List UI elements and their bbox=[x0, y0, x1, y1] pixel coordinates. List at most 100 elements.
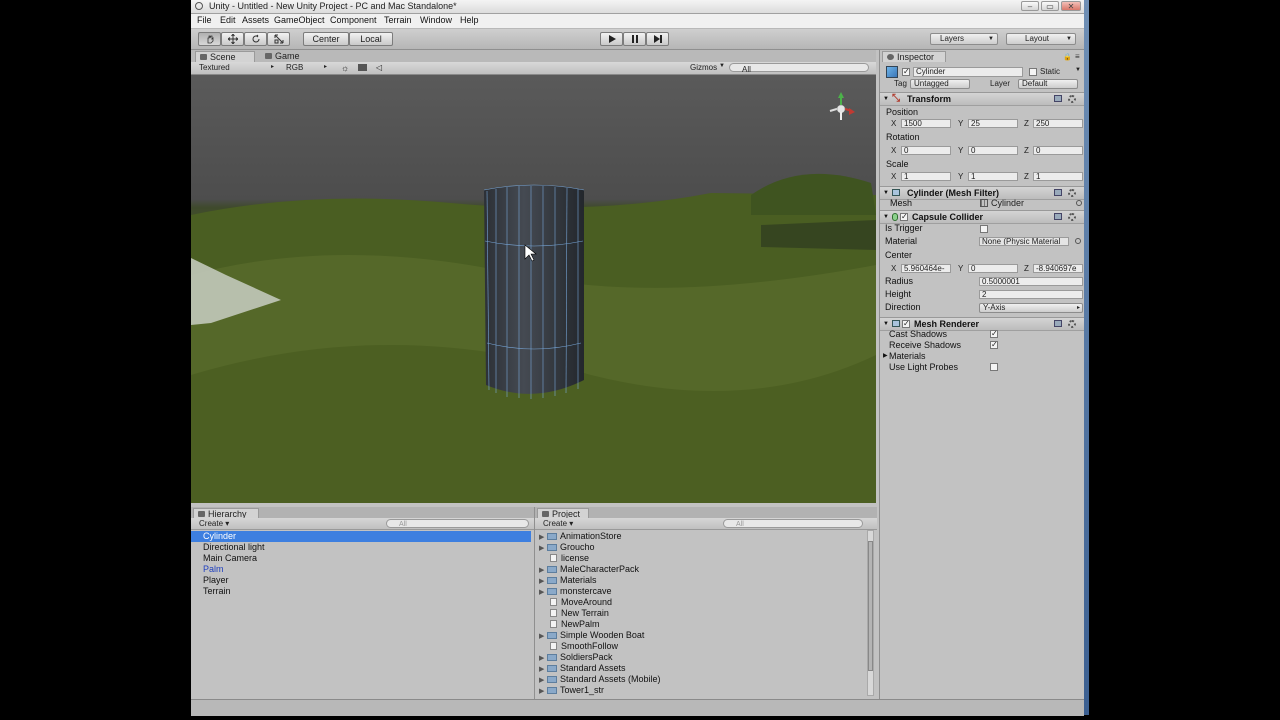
cylinder-object[interactable] bbox=[483, 184, 585, 399]
menu-edit[interactable]: Edit bbox=[220, 15, 236, 25]
play-button[interactable] bbox=[600, 32, 623, 46]
project-item-file[interactable]: license bbox=[539, 553, 589, 564]
object-picker-icon[interactable] bbox=[1076, 200, 1082, 206]
project-scrollbar[interactable] bbox=[867, 530, 874, 696]
pivot-center-button[interactable]: Center bbox=[303, 32, 349, 46]
gear-icon[interactable] bbox=[1068, 189, 1076, 197]
gear-icon[interactable] bbox=[1068, 213, 1076, 221]
pause-button[interactable] bbox=[623, 32, 646, 46]
project-item-file[interactable]: NewPalm bbox=[539, 619, 600, 630]
project-item-folder[interactable]: ▶ MaleCharacterPack bbox=[539, 564, 639, 575]
move-tool-button[interactable] bbox=[221, 32, 244, 46]
project-item-folder[interactable]: ▶ Standard Assets (Mobile) bbox=[539, 674, 661, 685]
menu-help[interactable]: Help bbox=[460, 15, 479, 25]
receive-shadows-checkbox[interactable]: ✓ bbox=[990, 341, 998, 349]
effects-toggle-icon[interactable] bbox=[358, 64, 367, 71]
project-item-folder[interactable]: ▶ Standard Assets bbox=[539, 663, 626, 674]
step-button[interactable] bbox=[646, 32, 669, 46]
menu-gameobject[interactable]: GameObject bbox=[274, 15, 325, 25]
hierarchy-item-player[interactable]: Player bbox=[191, 575, 531, 586]
position-z-field[interactable]: 250 bbox=[1033, 119, 1083, 128]
project-scrollbar-thumb[interactable] bbox=[868, 541, 873, 671]
help-icon[interactable] bbox=[1054, 213, 1062, 220]
transform-header[interactable]: ▼ ⤡ Transform bbox=[880, 92, 1085, 106]
layout-dropdown[interactable]: Layout ▼ bbox=[1006, 33, 1076, 45]
lock-icon[interactable]: 🔒 bbox=[1063, 53, 1072, 61]
hierarchy-create-button[interactable]: Create ▾ bbox=[199, 519, 229, 528]
space-local-button[interactable]: Local bbox=[349, 32, 393, 46]
menu-window[interactable]: Window bbox=[420, 15, 452, 25]
active-checkbox[interactable]: ✓ bbox=[902, 68, 910, 76]
menu-assets[interactable]: Assets bbox=[242, 15, 269, 25]
panel-menu-icon[interactable]: ≡ bbox=[1075, 52, 1080, 61]
project-item-folder[interactable]: ▶ Materials bbox=[539, 575, 597, 586]
direction-dropdown[interactable]: Y-Axis ▸ bbox=[979, 303, 1083, 313]
is-trigger-checkbox[interactable] bbox=[980, 225, 988, 233]
project-item-folder[interactable]: ▶ SoldiersPack bbox=[539, 652, 613, 663]
hierarchy-item-terrain[interactable]: Terrain bbox=[191, 586, 531, 597]
gizmos-dropdown[interactable]: Gizmos bbox=[690, 63, 717, 72]
tab-scene[interactable]: Scene bbox=[195, 51, 255, 62]
layer-dropdown[interactable]: Default bbox=[1018, 79, 1078, 89]
project-item-folder[interactable]: ▶ Tower1_str bbox=[539, 685, 604, 696]
capsule-collider-header[interactable]: ▼ ✓ Capsule Collider bbox=[880, 210, 1085, 224]
project-item-folder[interactable]: ▶ AnimationStore bbox=[539, 531, 622, 542]
lighting-toggle-icon[interactable]: ☼ bbox=[341, 63, 349, 73]
gear-icon[interactable] bbox=[1068, 320, 1076, 328]
gear-icon[interactable] bbox=[1068, 95, 1076, 103]
rotation-y-field[interactable]: 0 bbox=[968, 146, 1018, 155]
tab-inspector[interactable]: Inspector bbox=[882, 51, 946, 62]
position-y-field[interactable]: 25 bbox=[968, 119, 1018, 128]
project-item-file[interactable]: SmoothFollow bbox=[539, 641, 618, 652]
scale-x-field[interactable]: 1 bbox=[901, 172, 951, 181]
object-picker-icon[interactable] bbox=[1075, 238, 1081, 244]
menu-file[interactable]: File bbox=[197, 15, 212, 25]
tab-game[interactable]: Game bbox=[261, 51, 321, 62]
hand-tool-button[interactable] bbox=[198, 32, 221, 46]
menu-terrain[interactable]: Terrain bbox=[384, 15, 412, 25]
hierarchy-item-cylinder[interactable]: Cylinder bbox=[191, 531, 531, 542]
project-item-folder[interactable]: ▶ monstercave bbox=[539, 586, 612, 597]
color-mode-dropdown[interactable]: RGB bbox=[286, 63, 303, 72]
radius-field[interactable]: 0.5000001 bbox=[979, 277, 1083, 286]
help-icon[interactable] bbox=[1054, 95, 1062, 102]
rotation-x-field[interactable]: 0 bbox=[901, 146, 951, 155]
tag-dropdown[interactable]: Untagged bbox=[910, 79, 970, 89]
menu-component[interactable]: Component bbox=[330, 15, 377, 25]
center-z-field[interactable]: -8.940697e bbox=[1033, 264, 1083, 273]
scene-search-input[interactable]: All bbox=[729, 63, 869, 74]
project-search-input[interactable]: All bbox=[723, 519, 863, 528]
scene-orientation-gizmo[interactable] bbox=[829, 92, 855, 120]
help-icon[interactable] bbox=[1054, 320, 1062, 327]
center-x-field[interactable]: 5.960464e- bbox=[901, 264, 951, 273]
layers-dropdown[interactable]: Layers ▼ bbox=[930, 33, 998, 45]
materials-foldout-arrow-icon[interactable]: ▶ bbox=[883, 352, 888, 359]
mesh-value[interactable]: Cylinder bbox=[991, 198, 1024, 208]
scene-viewport[interactable] bbox=[191, 75, 876, 503]
project-item-file[interactable]: MoveAround bbox=[539, 597, 612, 608]
center-y-field[interactable]: 0 bbox=[968, 264, 1018, 273]
project-item-folder[interactable]: ▶ Groucho bbox=[539, 542, 595, 553]
project-item-file[interactable]: New Terrain bbox=[539, 608, 609, 619]
capsule-collider-enabled-checkbox[interactable]: ✓ bbox=[900, 213, 908, 221]
help-icon[interactable] bbox=[1054, 189, 1062, 196]
hierarchy-search-input[interactable]: All bbox=[386, 519, 529, 528]
foldout-arrow-icon[interactable]: ▼ bbox=[883, 211, 889, 223]
hierarchy-item-main-camera[interactable]: Main Camera bbox=[191, 553, 531, 564]
render-mode-dropdown[interactable]: Textured bbox=[199, 63, 230, 72]
minimize-button[interactable]: – bbox=[1021, 1, 1039, 11]
foldout-arrow-icon[interactable]: ▼ bbox=[883, 187, 889, 199]
foldout-arrow-icon[interactable]: ▼ bbox=[883, 93, 889, 105]
project-item-folder[interactable]: ▶ Simple Wooden Boat bbox=[539, 630, 644, 641]
object-name-field[interactable]: Cylinder bbox=[913, 67, 1023, 77]
hierarchy-item-palm[interactable]: Palm bbox=[191, 564, 531, 575]
mesh-renderer-enabled-checkbox[interactable]: ✓ bbox=[902, 320, 910, 328]
use-light-probes-checkbox[interactable] bbox=[990, 363, 998, 371]
rotate-tool-button[interactable] bbox=[244, 32, 267, 46]
scale-tool-button[interactable] bbox=[267, 32, 290, 46]
expand-arrow-icon[interactable]: ▶ bbox=[539, 686, 547, 697]
material-field[interactable]: None (Physic Material bbox=[979, 237, 1069, 246]
project-create-button[interactable]: Create ▾ bbox=[543, 519, 573, 528]
close-button[interactable]: ✕ bbox=[1061, 1, 1081, 11]
height-field[interactable]: 2 bbox=[979, 290, 1083, 299]
